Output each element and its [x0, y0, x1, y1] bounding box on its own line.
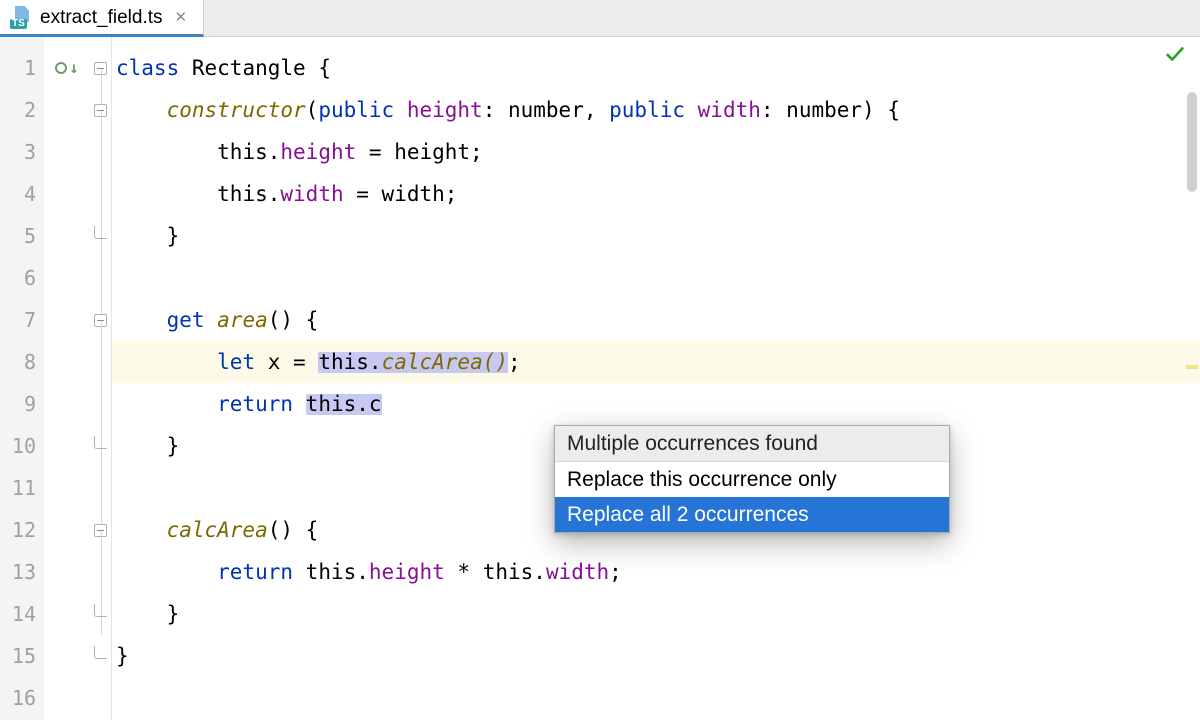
code-line[interactable]: return this.c: [112, 383, 1200, 425]
code-line[interactable]: [112, 257, 1200, 299]
file-tab-label: extract_field.ts: [40, 8, 163, 27]
fold-toggle-icon[interactable]: [94, 62, 107, 75]
vertical-scrollbar[interactable]: [1186, 37, 1198, 720]
fold-end-icon: [94, 646, 107, 659]
popup-title: Multiple occurrences found: [555, 426, 949, 462]
fold-end-icon: [94, 604, 107, 617]
code-line[interactable]: return this.height * this.width;: [112, 551, 1200, 593]
fold-toggle-icon[interactable]: [94, 314, 107, 327]
line-number: 1: [0, 47, 44, 89]
code-line[interactable]: }: [112, 593, 1200, 635]
code-line[interactable]: constructor(public height: number, publi…: [112, 89, 1200, 131]
code-editor: 1 2 3 4 5 6 7 8 9 10 11 12 13 14 15 16 ↓: [0, 37, 1200, 720]
code-line[interactable]: [112, 677, 1200, 719]
inspection-ok-icon[interactable]: [1164, 43, 1186, 70]
popup-item-replace-all[interactable]: Replace all 2 occurrences: [555, 497, 949, 532]
code-line[interactable]: class Rectangle {: [112, 47, 1200, 89]
scrollbar-marker: [1186, 365, 1198, 369]
line-number-gutter: 1 2 3 4 5 6 7 8 9 10 11 12 13 14 15 16: [0, 37, 44, 720]
file-tab[interactable]: extract_field.ts ✕: [0, 0, 204, 37]
code-line-current[interactable]: let x = this.calcArea();: [112, 341, 1200, 383]
code-line[interactable]: }: [112, 215, 1200, 257]
code-line[interactable]: get area() {: [112, 299, 1200, 341]
scrollbar-thumb[interactable]: [1187, 92, 1197, 192]
code-line[interactable]: }: [112, 635, 1200, 677]
fold-toggle-icon[interactable]: [94, 104, 107, 117]
gutter-icon-strip: ↓: [44, 37, 90, 720]
close-tab-icon[interactable]: ✕: [171, 6, 192, 29]
editor-tab-bar: extract_field.ts ✕: [0, 0, 1200, 37]
code-line[interactable]: this.width = width;: [112, 173, 1200, 215]
multiple-occurrences-popup: Multiple occurrences found Replace this …: [554, 425, 950, 533]
fold-end-icon: [94, 226, 107, 239]
run-line-marker-icon[interactable]: ↓: [55, 60, 79, 76]
code-folding-gutter: [90, 37, 112, 720]
fold-end-icon: [94, 436, 107, 449]
popup-item-replace-this[interactable]: Replace this occurrence only: [555, 462, 949, 497]
code-area[interactable]: class Rectangle { constructor(public hei…: [112, 37, 1200, 720]
fold-toggle-icon[interactable]: [94, 524, 107, 537]
code-line[interactable]: this.height = height;: [112, 131, 1200, 173]
typescript-file-icon: [10, 6, 32, 28]
